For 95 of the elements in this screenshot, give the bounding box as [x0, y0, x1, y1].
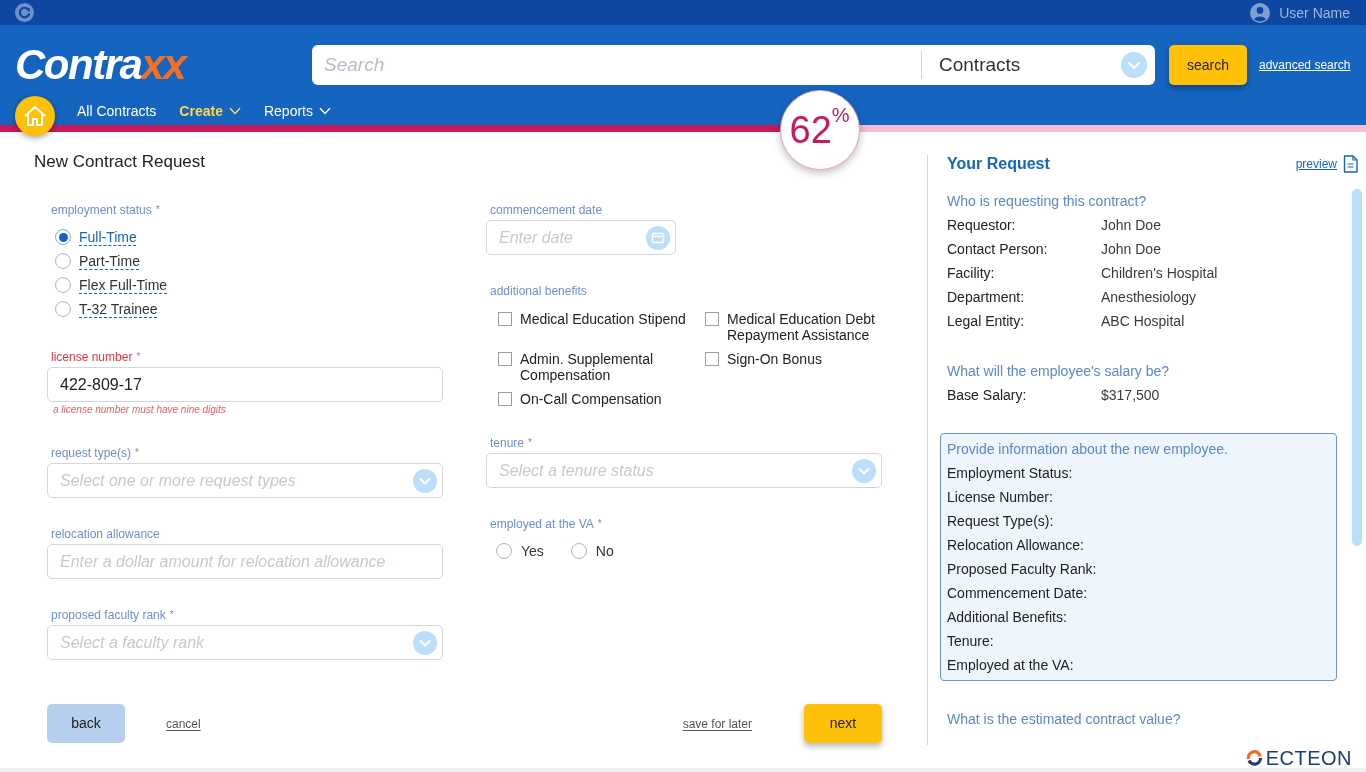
- field-label: employment status: [51, 202, 152, 218]
- radio-button[interactable]: [55, 253, 71, 269]
- dropdown-field[interactable]: Select a faculty rank: [47, 625, 443, 660]
- radio-label[interactable]: Full-Time: [79, 228, 137, 246]
- search-bar[interactable]: Search Contracts: [312, 45, 1155, 85]
- summary-label: Employed at the VA:: [947, 655, 1075, 675]
- summary-label: Base Salary:: [947, 385, 1028, 405]
- summary-value: Children's Hospital: [1101, 263, 1218, 283]
- checkbox[interactable]: [498, 312, 512, 326]
- field-label: commencement date: [490, 202, 603, 218]
- user-name[interactable]: User Name: [1279, 3, 1350, 22]
- logo: Contraxx: [15, 44, 186, 86]
- field-label: additional benefits: [490, 283, 587, 299]
- summary-label: Additional Benefits:: [947, 607, 1068, 627]
- checkbox[interactable]: [498, 352, 512, 366]
- checkbox-label[interactable]: Admin. Supplemental Compensation: [520, 351, 705, 383]
- scope-dropdown[interactable]: Contracts: [922, 45, 1155, 85]
- summary-label: Tenure:: [947, 631, 995, 651]
- checkbox-label[interactable]: Medical Education Debt Repayment Assistance: [727, 311, 882, 343]
- summary-value: Anesthesiology: [1101, 287, 1196, 307]
- checkbox[interactable]: [498, 392, 512, 406]
- search-button[interactable]: search: [1169, 45, 1247, 85]
- document-icon[interactable]: [1343, 155, 1358, 173]
- summary-value: John Doe: [1101, 239, 1161, 259]
- radio-button[interactable]: [55, 277, 71, 293]
- summary-label: Facility:: [947, 263, 996, 283]
- section-heading: What will the employee's salary be?: [947, 362, 1170, 381]
- summary-label: Department:: [947, 287, 1026, 307]
- preview-link[interactable]: preview: [1295, 156, 1337, 172]
- required-mark: *: [169, 608, 174, 622]
- date-field[interactable]: Enter date: [486, 220, 676, 255]
- swirl-logo-icon: [1244, 750, 1264, 766]
- chevron-down-icon[interactable]: [228, 107, 241, 115]
- required-mark: *: [528, 436, 532, 450]
- summary-label: Proposed Faculty Rank:: [947, 559, 1098, 579]
- brand-logo: ECTEON: [1265, 748, 1352, 768]
- required-mark: *: [597, 517, 602, 531]
- primary-button[interactable]: next: [804, 704, 882, 743]
- checkbox[interactable]: [705, 352, 719, 366]
- field-label: tenure: [490, 435, 525, 451]
- nav-menu-item[interactable]: Reports: [263, 102, 331, 120]
- required-mark: *: [136, 350, 141, 364]
- nav-menu-item[interactable]: Create: [179, 102, 241, 120]
- text-link[interactable]: cancel: [166, 715, 201, 732]
- radio-label[interactable]: Part-Time: [79, 252, 140, 270]
- field-label: license number: [51, 349, 133, 365]
- summary-label: License Number:: [947, 487, 1054, 507]
- field-label: relocation allowance: [51, 526, 160, 542]
- summary-value: ABC Hospital: [1101, 311, 1185, 331]
- checkbox-label[interactable]: Medical Education Stipend: [520, 311, 686, 327]
- text-link[interactable]: save for later: [682, 715, 752, 732]
- radio-label[interactable]: Flex Full-Time: [79, 276, 168, 294]
- radio-button[interactable]: [55, 229, 71, 245]
- advanced-search-link[interactable]: advanced search: [1259, 56, 1351, 74]
- radio-button[interactable]: [496, 543, 512, 559]
- input-field[interactable]: 422-809-17: [47, 367, 443, 402]
- circular-arrow-icon: [15, 3, 34, 22]
- dropdown-field[interactable]: Select one or more request types: [47, 463, 443, 498]
- secondary-button[interactable]: back: [47, 704, 125, 743]
- checkbox-label[interactable]: On-Call Compensation: [520, 391, 662, 407]
- summary-label: Request Type(s):: [947, 511, 1055, 531]
- checkbox[interactable]: [705, 312, 719, 326]
- section-heading: Provide information about the new employee.: [947, 440, 1229, 459]
- summary-label: Relocation Allowance:: [947, 535, 1085, 555]
- summary-label: Employment Status:: [947, 463, 1074, 483]
- calendar-icon[interactable]: [646, 225, 670, 250]
- error-message: a license number must have nine digits: [53, 403, 226, 417]
- scrollbar-thumb[interactable]: [1352, 189, 1362, 546]
- section-heading: What is the estimated contract value?: [947, 710, 1181, 729]
- home-button[interactable]: [15, 96, 55, 136]
- search-field[interactable]: Search: [312, 45, 921, 85]
- page-title: New Contract Request: [34, 151, 206, 173]
- panel-title: Your Request: [947, 155, 1050, 173]
- section-heading: Who is requesting this contract?: [947, 192, 1147, 211]
- summary-label: Commencement Date:: [947, 583, 1089, 603]
- required-mark: *: [135, 446, 139, 460]
- radio-button[interactable]: [55, 301, 71, 317]
- summary-label: Legal Entity:: [947, 311, 1026, 331]
- input-field[interactable]: Enter a dollar amount for relocation allowance: [47, 544, 443, 579]
- field-label: employed at the VA: [490, 516, 594, 532]
- field-label: request type(s): [51, 445, 132, 461]
- summary-value: $317,500: [1101, 385, 1160, 405]
- radio-button[interactable]: [570, 543, 587, 559]
- radio-label[interactable]: No: [595, 542, 614, 560]
- required-mark: *: [155, 203, 160, 217]
- summary-label: Contact Person:: [947, 239, 1049, 259]
- summary-value: John Doe: [1101, 215, 1161, 235]
- nav-menu-item[interactable]: All Contracts: [77, 102, 157, 120]
- summary-label: Requestor:: [947, 215, 1017, 235]
- radio-label[interactable]: Yes: [521, 542, 544, 560]
- field-label: proposed faculty rank: [51, 607, 166, 623]
- dropdown-field[interactable]: Select a tenure status: [486, 453, 882, 488]
- checkbox-label[interactable]: Sign-On Bonus: [727, 351, 822, 367]
- radio-label[interactable]: T-32 Trainee: [79, 300, 158, 318]
- user-avatar-icon[interactable]: [1250, 2, 1271, 23]
